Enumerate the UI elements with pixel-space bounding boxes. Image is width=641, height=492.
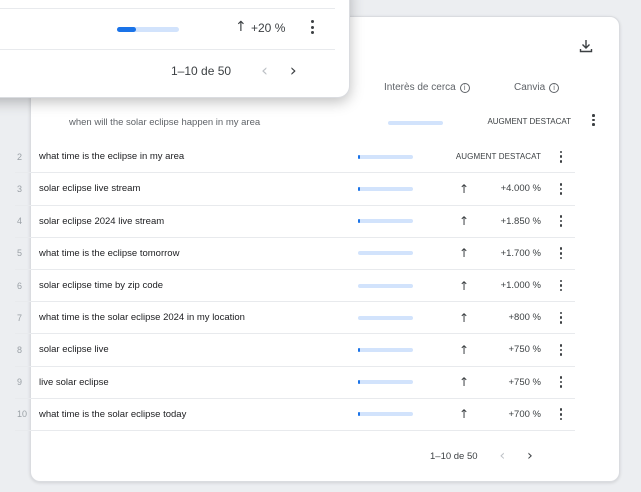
row-number: 9	[17, 377, 23, 388]
row-number: 3	[17, 183, 23, 194]
row-number: 8	[17, 344, 23, 355]
row-term: solar eclipse live	[39, 344, 109, 356]
arrow-up-icon: ↑	[459, 407, 470, 422]
pagination-range: 1–10 de 50	[430, 450, 478, 462]
row-term: what time is the solar eclipse 2024 in m…	[39, 312, 245, 324]
row-term: what time is the eclipse tomorrow	[39, 247, 180, 259]
interest-bar	[117, 27, 179, 32]
row-change: +1.850 %	[500, 215, 541, 227]
row-change: AUGMENT DESTACAT	[455, 152, 541, 162]
table-row[interactable]: 4 solar eclipse 2024 live stream ↑ +1.850 %	[15, 206, 575, 238]
interest-bar	[358, 219, 413, 224]
interest-bar	[358, 380, 413, 385]
interest-bar	[388, 121, 443, 125]
interest-bar-fill	[358, 347, 361, 352]
table-pagination: 1–10 de 50 ‹ ›	[430, 448, 600, 464]
table-row-peek[interactable]: when will the solar eclipse happen in my…	[45, 114, 605, 131]
queries-table: 2 what time is the eclipse in my area AUGM…	[15, 109, 575, 431]
arrow-up-icon: ↑	[459, 214, 470, 229]
table-row[interactable]: 3 solar eclipse live stream ↑ +4.000 %	[15, 173, 575, 206]
row-term: live solar eclipse	[39, 376, 109, 388]
more-vert-icon[interactable]	[557, 311, 565, 324]
interest-bar-fill	[358, 186, 361, 191]
row-change: +750 %	[508, 376, 542, 388]
prev-page-button[interactable]: ‹	[261, 61, 268, 81]
arrow-up-icon: ↑	[459, 310, 470, 325]
row-number: 5	[17, 248, 23, 259]
more-vert-icon[interactable]	[557, 344, 565, 356]
next-page-button[interactable]: ›	[290, 61, 297, 81]
row-number: 4	[17, 216, 23, 227]
more-vert-icon[interactable]	[557, 215, 565, 228]
interest-bar-fill	[358, 219, 361, 224]
table-row[interactable]: 7 what time is the solar eclipse 2024 in …	[15, 302, 575, 335]
interest-bar	[358, 283, 413, 288]
row-change: +800 %	[508, 312, 542, 324]
table-row[interactable]: 6 solar eclipse time by zip code ↑ +1.000 %	[15, 270, 575, 303]
arrow-up-icon: ↑	[459, 278, 470, 293]
row-change: AUGMENT DESTACAT	[487, 117, 571, 126]
more-vert-icon[interactable]	[557, 408, 565, 421]
interest-bar	[358, 315, 413, 320]
pagination-range: 1–10 de 50	[171, 64, 232, 78]
interest-bar-fill	[358, 380, 361, 385]
column-header-change-label: Canvia	[514, 82, 546, 93]
interest-bar	[358, 186, 413, 191]
table-row[interactable]: 5 what time is the eclipse tomorrow ↑ +1.70…	[15, 238, 575, 270]
arrow-up-icon: ↑	[459, 342, 470, 357]
interest-bar-fill	[117, 27, 136, 32]
interest-bar-fill	[358, 412, 361, 417]
arrow-up-icon: ↑	[459, 375, 470, 390]
row-change: +1.000 %	[500, 280, 541, 292]
column-header-interest-label: Interès de cerca	[384, 82, 456, 93]
info-icon[interactable]: i	[549, 82, 560, 93]
row-number: 6	[17, 280, 23, 291]
row-change: +700 %	[508, 408, 542, 420]
row-change: +4.000 %	[500, 183, 541, 195]
row-term: what time is the eclipse in my area	[39, 151, 185, 163]
prev-page-button[interactable]: ‹	[500, 448, 506, 464]
table-row[interactable]: 9 live solar eclipse ↑ +750 %	[15, 367, 575, 399]
more-vert-icon[interactable]	[557, 247, 565, 260]
arrow-up-icon: ↑	[459, 246, 470, 261]
more-vert-icon[interactable]	[311, 20, 314, 34]
more-vert-icon[interactable]	[557, 279, 565, 292]
zoomed-card: ↑ +20 % 1–10 de 50 ‹ ›	[0, 0, 350, 98]
more-vert-icon[interactable]	[592, 114, 595, 126]
table-row[interactable]: 8 solar eclipse live ↑ +750 %	[15, 334, 575, 367]
interest-bar	[358, 154, 413, 159]
next-page-button[interactable]: ›	[527, 448, 533, 464]
row-change: +20 %	[251, 21, 286, 35]
table-row[interactable]: ↑ +20 %	[0, 9, 349, 49]
row-number: 7	[17, 312, 23, 323]
column-header-change: Canvia i	[514, 82, 560, 93]
row-term: solar eclipse live stream	[39, 183, 141, 195]
row-term: solar eclipse 2024 live stream	[39, 215, 165, 227]
more-vert-icon[interactable]	[557, 150, 565, 163]
table-pagination: 1–10 de 50 ‹ ›	[171, 61, 297, 81]
interest-bar-fill	[358, 154, 361, 159]
table-row[interactable]: 2 what time is the eclipse in my area AUGM…	[15, 141, 575, 174]
row-term: solar eclipse time by zip code	[39, 280, 164, 292]
more-vert-icon[interactable]	[557, 183, 565, 195]
interest-bar	[358, 347, 413, 352]
row-change: +1.700 %	[500, 247, 541, 259]
arrow-up-icon: ↑	[459, 181, 470, 196]
row-change: +750 %	[508, 344, 542, 356]
divider	[0, 49, 335, 50]
row-number: 2	[17, 151, 23, 162]
more-vert-icon[interactable]	[557, 376, 565, 388]
row-number: 10	[17, 409, 28, 420]
column-header-interest: Interès de cerca i	[384, 82, 470, 93]
table-row[interactable]: 10 what time is the solar eclipse today ↑ +…	[15, 399, 575, 431]
arrow-up-icon: ↑	[235, 19, 247, 35]
interest-bar	[358, 251, 413, 256]
info-icon[interactable]: i	[459, 82, 470, 93]
row-term: what time is the solar eclipse today	[39, 408, 187, 420]
interest-bar	[358, 412, 413, 417]
download-icon[interactable]	[575, 35, 597, 57]
row-term: when will the solar eclipse happen in my…	[69, 117, 261, 128]
